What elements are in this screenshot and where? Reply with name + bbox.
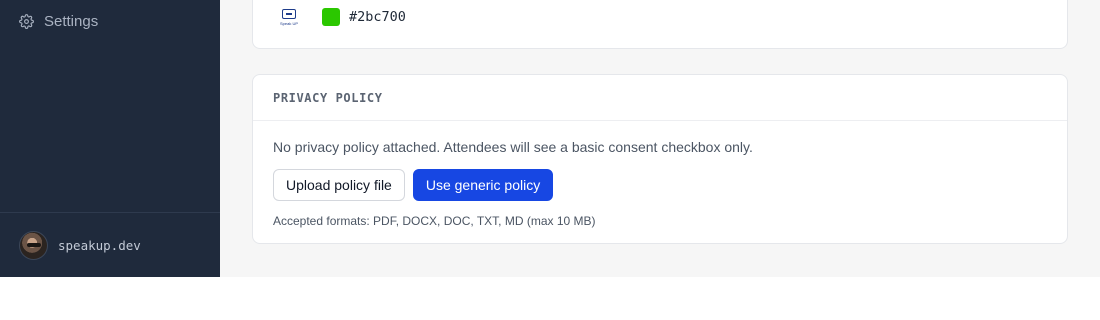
brand-color-swatch[interactable] bbox=[322, 8, 340, 26]
sidebar-item-label: Settings bbox=[44, 12, 99, 30]
user-name: speakup.dev bbox=[58, 237, 141, 253]
branding-card: Speak UP #2bc700 bbox=[252, 0, 1068, 49]
card-title: PRIVACY POLICY bbox=[273, 90, 383, 105]
use-generic-policy-button[interactable]: Use generic policy bbox=[412, 169, 554, 201]
avatar bbox=[19, 230, 48, 260]
gear-icon bbox=[19, 13, 34, 29]
privacy-policy-card: PRIVACY POLICY No privacy policy attache… bbox=[252, 74, 1068, 244]
sidebar-item-settings[interactable]: Settings bbox=[0, 8, 220, 34]
policy-status-text: No privacy policy attached. Attendees wi… bbox=[273, 139, 753, 155]
logo-thumbnail: Speak UP bbox=[276, 4, 302, 30]
logo-wordmark: Speak UP bbox=[279, 20, 298, 26]
button-row: Upload policy file Use generic policy bbox=[273, 169, 1047, 201]
app-shell: Settings speakup.dev Speak UP #2bc700 PR… bbox=[0, 0, 1100, 277]
brand-color-value: #2bc700 bbox=[349, 9, 406, 25]
main-content: Speak UP #2bc700 PRIVACY POLICY No priva… bbox=[220, 0, 1100, 277]
sidebar: Settings speakup.dev bbox=[0, 0, 220, 277]
card-body: No privacy policy attached. Attendees wi… bbox=[253, 121, 1067, 228]
card-header: PRIVACY POLICY bbox=[253, 75, 1067, 121]
accepted-formats-text: Accepted formats: PDF, DOCX, DOC, TXT, M… bbox=[273, 214, 596, 228]
logo-mark-icon bbox=[282, 8, 296, 19]
sidebar-user[interactable]: speakup.dev bbox=[0, 212, 220, 277]
upload-policy-button[interactable]: Upload policy file bbox=[273, 169, 405, 201]
